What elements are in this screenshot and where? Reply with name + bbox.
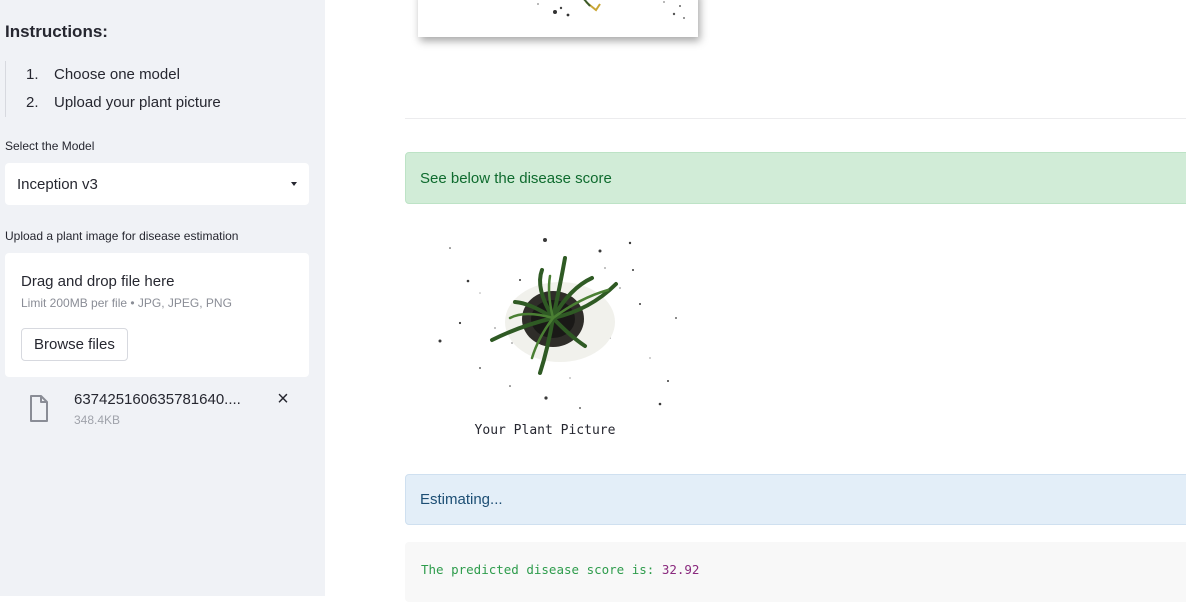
file-dropzone[interactable]: Drag and drop file here Limit 200MB per … (5, 253, 309, 377)
result-code-block: The predicted disease score is: 32.92 (405, 542, 1186, 602)
section-divider (405, 118, 1186, 119)
model-select-label: Select the Model (5, 139, 95, 153)
dropzone-limit: Limit 200MB per file • JPG, JPEG, PNG (21, 296, 232, 310)
caret-down-icon (291, 182, 297, 186)
info-alert: Estimating... (405, 474, 1186, 525)
dropzone-text: Drag and drop file here (21, 273, 175, 290)
plant-photo-fragment (418, 0, 698, 37)
upload-label: Upload a plant image for disease estimat… (5, 229, 239, 243)
close-icon[interactable]: × (273, 388, 293, 410)
instruction-step: 2. Upload your plant picture (26, 94, 221, 111)
instructions-list: 1. Choose one model 2. Upload your plant p… (5, 61, 325, 117)
model-select[interactable]: Inception v3 (5, 163, 309, 205)
image-caption: Your Plant Picture (474, 423, 616, 438)
success-alert: See below the disease score (405, 152, 1186, 204)
file-icon (30, 395, 48, 422)
previous-plant-image (418, 0, 698, 37)
uploaded-file-name: 637425160635781640.... (74, 391, 241, 408)
model-select-value: Inception v3 (17, 175, 98, 193)
instruction-step: 1. Choose one model (26, 66, 180, 83)
browse-files-button[interactable]: Browse files (21, 328, 128, 361)
disease-score-value: 32.92 (661, 562, 700, 577)
result-prefix: The predicted disease score is: (421, 562, 662, 577)
instructions-title: Instructions: (5, 22, 108, 41)
plant-picture (420, 218, 690, 423)
uploaded-file-size: 348.4KB (74, 413, 121, 427)
sidebar: Instructions: 1. Choose one model 2. Uploa… (0, 0, 325, 596)
result-line: The predicted disease score is: 32.92 (421, 562, 699, 577)
